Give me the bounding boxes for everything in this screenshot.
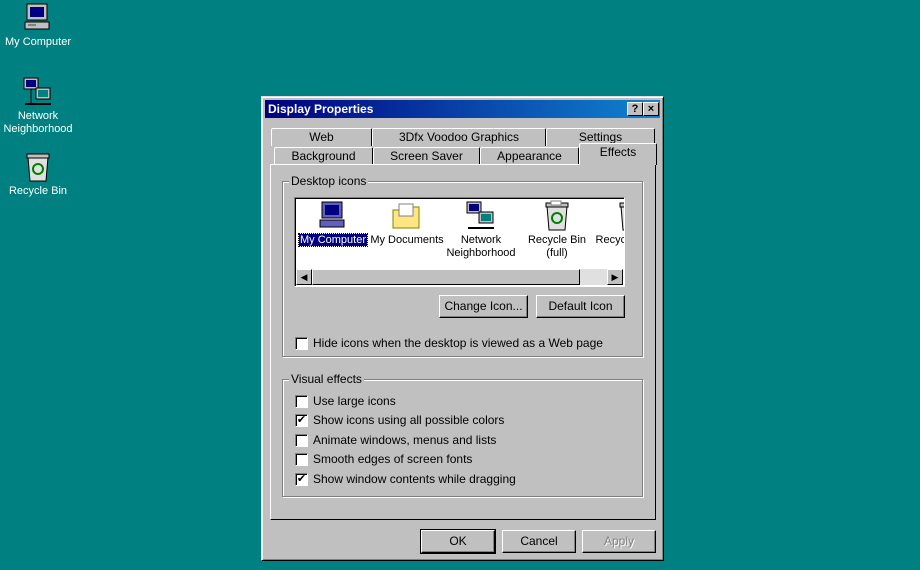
visual-effects-group-label: Visual effects xyxy=(289,372,364,386)
scroll-thumb[interactable] xyxy=(312,269,580,285)
tab-effects[interactable]: Effects xyxy=(579,143,657,165)
tab-screen-saver[interactable]: Screen Saver xyxy=(373,147,480,165)
list-item-label: Recycle Bin (full) xyxy=(527,234,587,259)
computer-icon xyxy=(24,3,50,30)
dialog-title: Display Properties xyxy=(268,102,374,116)
ok-button[interactable]: OK xyxy=(420,529,496,554)
list-item[interactable]: Recycle Bin (full) xyxy=(520,200,594,260)
cancel-button[interactable]: Cancel xyxy=(502,530,576,553)
show-all-colors-label: Show icons using all possible colors xyxy=(313,413,505,427)
desktop-icon-label: Network Neighborhood xyxy=(3,110,73,135)
show-window-contents-row[interactable]: ✔ Show window contents while dragging xyxy=(295,472,625,487)
folder-icon xyxy=(392,203,420,229)
desktop-icons-group: Desktop icons My Computer My Documents N… xyxy=(282,174,643,357)
list-item-label: Recycle Bin (e xyxy=(595,234,625,246)
tab-3dfx-voodoo-graphics[interactable]: 3Dfx Voodoo Graphics xyxy=(372,128,546,146)
list-item[interactable]: Recycle Bin (e xyxy=(594,200,625,247)
visual-effects-group: Visual effects Use large icons ✔ Show ic… xyxy=(282,372,643,497)
list-item-label: Network Neighborhood xyxy=(446,234,516,259)
network-icon xyxy=(23,77,51,105)
desktop-icon-my-computer[interactable]: My Computer xyxy=(0,2,78,49)
default-icon-button[interactable]: Default Icon xyxy=(536,295,625,318)
list-item-label: My Computer xyxy=(297,233,369,247)
animate-windows-checkbox[interactable] xyxy=(295,434,308,447)
scroll-left-icon[interactable]: ◀ xyxy=(296,269,312,285)
effects-tab-panel: Desktop icons My Computer My Documents N… xyxy=(270,164,656,520)
recycle-bin-icon xyxy=(26,153,50,182)
smooth-fonts-checkbox[interactable] xyxy=(295,453,308,466)
smooth-fonts-label: Smooth edges of screen fonts xyxy=(313,452,473,466)
desktop-icon-label: Recycle Bin xyxy=(8,185,68,197)
title-bar[interactable]: Display Properties ? × xyxy=(265,100,660,118)
desktop-icons-list[interactable]: My Computer My Documents Network Neighbo… xyxy=(294,197,625,287)
horizontal-scrollbar[interactable]: ◀ ▶ xyxy=(296,269,623,285)
show-all-colors-row[interactable]: ✔ Show icons using all possible colors xyxy=(295,413,625,428)
list-item[interactable]: My Computer xyxy=(296,200,370,247)
scroll-right-icon[interactable]: ▶ xyxy=(607,269,623,285)
apply-button[interactable]: Apply xyxy=(582,530,656,553)
desktop-icon-label: My Computer xyxy=(4,36,72,48)
computer-icon xyxy=(319,201,345,228)
smooth-fonts-row[interactable]: Smooth edges of screen fonts xyxy=(295,452,625,467)
tab-web[interactable]: Web xyxy=(271,128,372,146)
list-item[interactable]: My Documents xyxy=(370,200,444,247)
hide-icons-label: Hide icons when the desktop is viewed as… xyxy=(313,336,603,350)
hide-icons-checkbox[interactable] xyxy=(295,337,308,350)
desktop-icons-group-label: Desktop icons xyxy=(289,174,369,188)
tab-background[interactable]: Background xyxy=(274,147,373,165)
hide-icons-checkbox-row[interactable]: Hide icons when the desktop is viewed as… xyxy=(295,336,625,351)
network-icon xyxy=(466,201,494,229)
use-large-icons-label: Use large icons xyxy=(313,394,396,408)
list-item-label: My Documents xyxy=(370,234,444,246)
close-button[interactable]: × xyxy=(643,102,659,116)
use-large-icons-row[interactable]: Use large icons xyxy=(295,394,625,409)
display-properties-dialog: Display Properties ? × Web 3Dfx Voodoo G… xyxy=(261,96,664,561)
show-window-contents-label: Show window contents while dragging xyxy=(313,472,516,486)
desktop-icon-recycle-bin[interactable]: Recycle Bin xyxy=(0,151,78,198)
animate-windows-label: Animate windows, menus and lists xyxy=(313,433,497,447)
list-item[interactable]: Network Neighborhood xyxy=(444,200,518,260)
recycle-bin-empty-icon xyxy=(619,202,624,231)
show-all-colors-checkbox[interactable]: ✔ xyxy=(295,414,308,427)
use-large-icons-checkbox[interactable] xyxy=(295,395,308,408)
help-button[interactable]: ? xyxy=(627,102,643,116)
change-icon-button[interactable]: Change Icon... xyxy=(439,295,528,318)
tab-appearance[interactable]: Appearance xyxy=(480,147,579,165)
recycle-bin-full-icon xyxy=(545,200,569,231)
show-window-contents-checkbox[interactable]: ✔ xyxy=(295,473,308,486)
animate-windows-row[interactable]: Animate windows, menus and lists xyxy=(295,433,625,448)
desktop-icon-network-neighborhood[interactable]: Network Neighborhood xyxy=(0,76,78,136)
